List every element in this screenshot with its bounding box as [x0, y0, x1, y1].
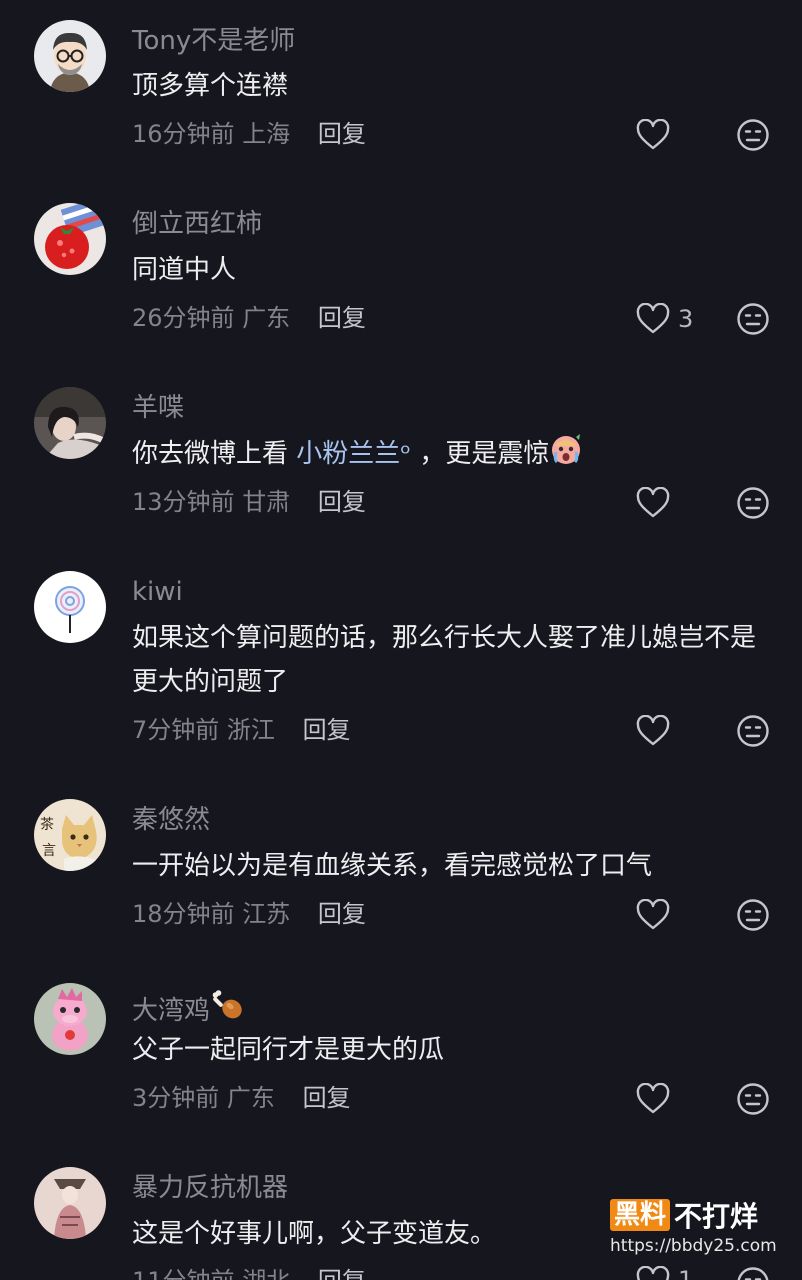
comment-location: 浙江	[226, 716, 275, 744]
pink-dinosaur-toy-avatar[interactable]	[34, 983, 106, 1055]
lollipop-avatar[interactable]	[34, 571, 106, 643]
comment-meta: 3分钟前 广东 回复	[132, 1083, 351, 1113]
watermark-brand-box: 黑料	[610, 1199, 671, 1231]
username-text: 大湾鸡	[132, 996, 211, 1026]
mention-link[interactable]: 小粉兰兰ᵒ	[296, 439, 411, 469]
comment-time: 7分钟前	[132, 716, 220, 744]
shocked-crying-face-icon	[549, 432, 583, 480]
like-button[interactable]: 1	[636, 1266, 693, 1280]
reply-button[interactable]: 回复	[318, 304, 366, 332]
neutral-face-icon	[737, 715, 769, 747]
dislike-button[interactable]	[736, 118, 770, 152]
comment-username[interactable]: Tony不是老师	[132, 26, 295, 56]
watermark-brand-rest: 不打烊	[674, 1200, 759, 1233]
comment-text: 父子一起同行才是更大的瓜	[132, 1035, 445, 1065]
heart-icon	[636, 487, 670, 518]
reply-button[interactable]: 回复	[303, 716, 351, 744]
comment-meta: 26分钟前 广东 回复	[132, 303, 366, 333]
like-button[interactable]	[636, 1082, 678, 1116]
painting-figure-avatar[interactable]	[34, 1167, 106, 1239]
neutral-face-icon	[737, 1267, 769, 1280]
dislike-button[interactable]	[736, 302, 770, 336]
comment-location: 湖北	[242, 1267, 290, 1280]
comment-location: 上海	[242, 120, 291, 148]
comment-meta: 7分钟前 浙江 回复	[132, 715, 351, 745]
comment-location: 广东	[226, 1084, 275, 1112]
comment-text: 顶多算个连襟	[132, 71, 289, 101]
comment-feed: Tony不是老师 顶多算个连襟 16分钟前 上海 回复 倒立西红柿 同道中人 2…	[0, 0, 802, 1280]
dislike-button[interactable]	[736, 1266, 770, 1280]
comment-username[interactable]: 羊喋	[132, 393, 184, 423]
reply-button[interactable]: 回复	[303, 1084, 351, 1112]
comment-meta: 16分钟前 上海 回复	[132, 119, 366, 149]
comment-text-before: 你去微博上看	[132, 439, 289, 469]
reply-button[interactable]: 回复	[318, 120, 366, 148]
comment-time: 11分钟前	[132, 1267, 235, 1280]
comment-username[interactable]: 大湾鸡	[132, 989, 244, 1030]
comment-time: 3分钟前	[132, 1084, 220, 1112]
svg-text:茶: 茶	[40, 817, 54, 833]
comment-time: 18分钟前	[132, 900, 235, 928]
heart-icon	[636, 303, 670, 334]
comment-username[interactable]: kiwi	[132, 577, 183, 607]
comment-meta: 11分钟前 湖北 回复	[132, 1266, 366, 1280]
dislike-button[interactable]	[736, 1082, 770, 1116]
like-button[interactable]	[636, 486, 678, 520]
heart-icon	[636, 1266, 670, 1280]
comment-time: 16分钟前	[132, 120, 235, 148]
like-button[interactable]	[636, 714, 678, 748]
comment-text: 你去微博上看 小粉兰兰ᵒ ，更是震惊	[132, 432, 772, 480]
watermark-brand: 黑料 不打烊	[610, 1198, 780, 1233]
comment-meta: 13分钟前 甘肃 回复	[132, 487, 366, 517]
comment-text: 同道中人	[132, 255, 237, 285]
reply-button[interactable]: 回复	[318, 1267, 366, 1280]
comment-location: 江苏	[242, 900, 291, 928]
drumstick-icon	[210, 989, 244, 1030]
reply-button[interactable]: 回复	[318, 488, 366, 516]
heart-icon	[636, 899, 670, 930]
cat-calligraphy-avatar[interactable]: 茶 言	[34, 799, 106, 871]
svg-text:言: 言	[42, 843, 56, 859]
reply-button[interactable]: 回复	[318, 900, 366, 928]
heart-icon	[636, 119, 670, 150]
dislike-button[interactable]	[736, 898, 770, 932]
like-count: 1	[678, 1266, 694, 1280]
comment-text: 一开始以为是有血缘关系，看完感觉松了口气	[132, 851, 653, 881]
watermark-url: https://bbdy25.com	[610, 1236, 777, 1256]
dislike-button[interactable]	[736, 714, 770, 748]
like-count: 3	[678, 305, 694, 333]
comment-time: 13分钟前	[132, 488, 235, 516]
dislike-button[interactable]	[736, 486, 770, 520]
like-button[interactable]	[636, 898, 678, 932]
girl-photo-avatar[interactable]	[34, 387, 106, 459]
comment-location: 广东	[242, 304, 291, 332]
cartoon-man-glasses-avatar[interactable]	[34, 20, 106, 92]
comment-username[interactable]: 秦悠然	[132, 805, 210, 835]
comment-time: 26分钟前	[132, 304, 235, 332]
comment-username[interactable]: 倒立西红柿	[132, 209, 262, 239]
comment-text: 如果这个算问题的话，那么行长大人娶了准儿媳岂不是更大的问题了	[132, 623, 757, 697]
comment-meta: 18分钟前 江苏 回复	[132, 899, 366, 929]
heart-icon	[636, 715, 670, 746]
like-button[interactable]: 3	[636, 302, 693, 336]
neutral-face-icon	[737, 487, 769, 519]
comment-username[interactable]: 暴力反抗机器	[132, 1173, 288, 1203]
like-button[interactable]	[636, 118, 678, 152]
neutral-face-icon	[737, 899, 769, 931]
red-tomato-plush-avatar[interactable]	[34, 203, 106, 275]
watermark: 黑料 不打烊 https://bbdy25.com	[610, 1198, 780, 1258]
comment-text-after: ，更是震惊	[419, 439, 550, 469]
neutral-face-icon	[737, 119, 769, 151]
neutral-face-icon	[737, 303, 769, 335]
neutral-face-icon	[737, 1083, 769, 1115]
heart-icon	[636, 1083, 670, 1114]
comment-location: 甘肃	[242, 488, 291, 516]
